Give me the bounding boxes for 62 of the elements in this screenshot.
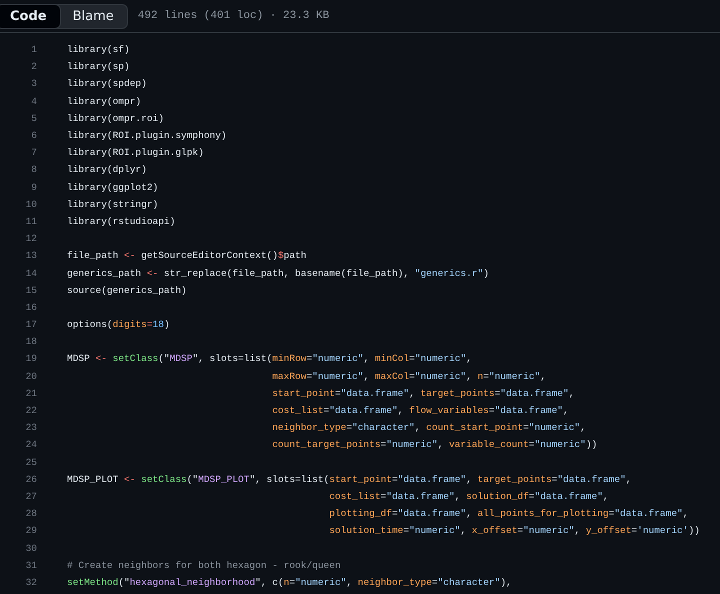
code-line: library(rstudioapi) — [67, 216, 176, 227]
code-line: neighbor_type="character", count_start_point="numeric", — [272, 422, 586, 434]
line-number: 1 — [30, 44, 37, 56]
line-number: 30 — [24, 542, 37, 554]
code-line: library(ROI.plugin.symphony) — [67, 130, 227, 142]
code-line: start_point="data.frame", target_points="data.frame", — [272, 388, 574, 399]
code-line: # Create neighbors for both hexagon - rook/queen — [67, 560, 341, 571]
code-line: generics_path <- str_replace(file_path, basename(file_path), "generics.r") — [67, 268, 489, 279]
line-number: 27 — [24, 490, 37, 502]
view-tab[interactable]: Blame — [60, 4, 127, 28]
code-line: cost_list="data.frame", solution_df="data.frame", — [329, 490, 609, 502]
code-line: count_target_points="numeric", variable_count="numeric")) — [272, 439, 598, 450]
code-line: MDSP <- setClass("MDSP", slots=list(minRow="numeric", minCol="numeric", — [67, 353, 472, 364]
line-number: 18 — [24, 336, 37, 348]
line-number: 8 — [30, 164, 37, 176]
line-number: 19 — [24, 353, 37, 364]
line-number: 24 — [24, 439, 37, 450]
line-number: 25 — [24, 456, 37, 468]
line-number: 21 — [24, 388, 37, 399]
line-number: 7 — [30, 147, 37, 158]
code-line: library(ompr.roi) — [67, 112, 164, 124]
line-number: 3 — [30, 78, 37, 90]
code-line: library(ggplot2) — [67, 182, 158, 193]
code-line: source(generics_path) — [67, 284, 187, 296]
line-number: 5 — [30, 112, 37, 124]
line-number: 11 — [24, 216, 37, 227]
line-number: 4 — [30, 96, 37, 107]
line-number: 28 — [24, 508, 37, 520]
line-number: 6 — [30, 130, 37, 142]
code-line: file_path <- getSourceEditorContext()$path — [67, 250, 306, 262]
line-number: 13 — [24, 250, 37, 262]
line-number: 9 — [30, 182, 37, 193]
code-line: MDSP_PLOT <- setClass("MDSP_PLOT", slots=list(start_point="data.frame", target_points="data.frame", — [67, 474, 632, 485]
code-line: cost_list="data.frame", flow_variables="data.frame", — [272, 405, 569, 416]
view-tab[interactable]: Code — [0, 4, 61, 28]
code-line: setMethod("hexagonal_neighborhood", c(n="numeric", neighbor_type="character"), — [67, 576, 512, 588]
code-line: library(stringr) — [67, 198, 158, 210]
code-line: library(ompr) — [67, 96, 142, 107]
code-line: solution_time="numeric", x_offset="numeric", y_offset='numeric')) — [329, 525, 700, 536]
code-line: library(ROI.plugin.glpk) — [67, 147, 204, 158]
line-number: 22 — [24, 405, 37, 416]
line-number: 14 — [24, 268, 37, 279]
line-number: 17 — [24, 319, 37, 330]
code-line: plotting_df="data.frame", all_points_for_plotting="data.frame", — [329, 508, 688, 520]
code-line: library(sf) — [67, 44, 130, 56]
line-number: 29 — [24, 525, 37, 536]
line-number: 23 — [24, 422, 37, 434]
line-number: 26 — [24, 474, 37, 485]
line-number: 32 — [24, 576, 37, 588]
line-number: 12 — [24, 233, 37, 244]
line-number: 10 — [24, 198, 37, 210]
line-number: 15 — [24, 284, 37, 296]
line-number: 2 — [30, 61, 37, 72]
code-line: library(sp) — [67, 61, 130, 72]
code-line: maxRow="numeric", maxCol="numeric", n="numeric", — [272, 370, 546, 382]
code-line: library(spdep) — [67, 78, 147, 90]
line-number: 31 — [24, 560, 37, 571]
line-number: 20 — [24, 370, 37, 382]
line-number: 16 — [24, 302, 37, 313]
file-info: 492 lines (401 loc) · 23.3 KB — [138, 10, 330, 22]
code-line: library(dplyr) — [67, 164, 147, 176]
code-line: options(digits=18) — [67, 319, 170, 330]
